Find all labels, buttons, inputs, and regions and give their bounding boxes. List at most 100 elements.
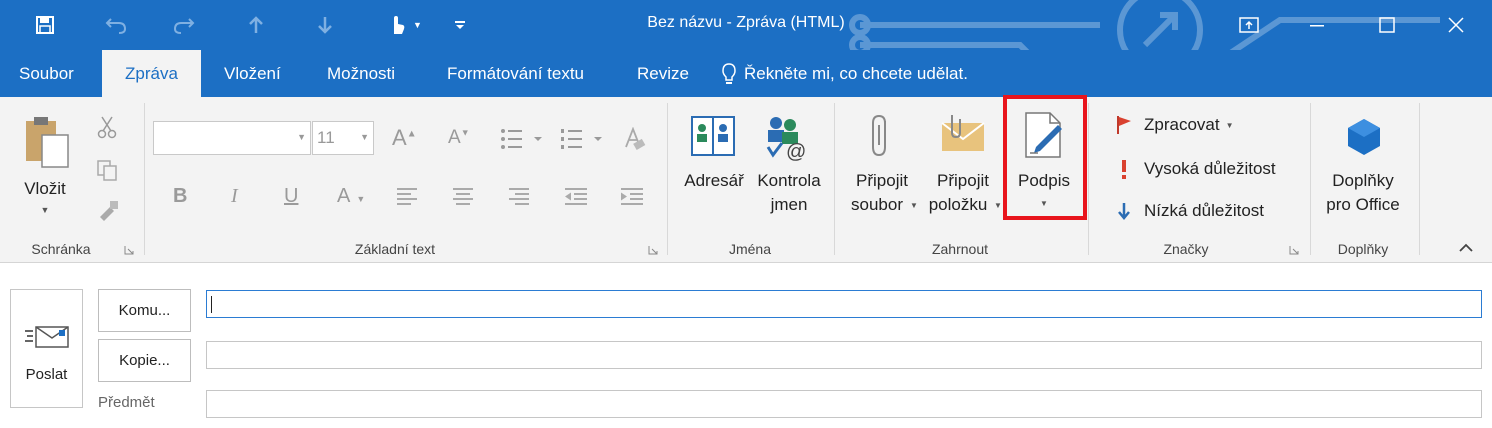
tags-group-label: Značky bbox=[1163, 241, 1209, 257]
basic-text-group-label: Základní text bbox=[354, 241, 436, 257]
address-book-label: Adresář bbox=[684, 171, 744, 190]
addins-group-label: Doplňky bbox=[1337, 241, 1389, 257]
chevron-down-icon: ▼ bbox=[297, 132, 306, 142]
increase-indent-icon[interactable] bbox=[620, 186, 644, 206]
group-separator bbox=[834, 103, 835, 255]
group-separator bbox=[1419, 103, 1420, 255]
office-addins-icon bbox=[1348, 119, 1380, 155]
tell-me-box[interactable]: Řekněte mi, co chcete udělat. bbox=[722, 50, 968, 97]
names-group-label: Jména bbox=[728, 241, 772, 257]
ribbon-display-options-button[interactable] bbox=[1215, 0, 1283, 50]
attach-item-dropdown-icon: ▼ bbox=[994, 201, 1002, 210]
office-addins-button[interactable]: Doplňky pro Office bbox=[1316, 111, 1410, 221]
check-names-label-2: jmen bbox=[770, 195, 808, 214]
align-left-icon[interactable] bbox=[396, 186, 418, 206]
lightbulb-icon bbox=[722, 62, 736, 84]
high-importance-label: Vysoká důležitost bbox=[1144, 159, 1276, 178]
tab-insert[interactable]: Vložení bbox=[203, 50, 302, 97]
subject-label: Předmět bbox=[98, 394, 155, 411]
clipboard-launcher-icon[interactable] bbox=[124, 245, 134, 255]
low-importance-label: Nízká důležitost bbox=[1144, 201, 1264, 220]
tell-me-text: Řekněte mi, co chcete udělat. bbox=[744, 64, 968, 83]
send-label: Poslat bbox=[25, 366, 68, 383]
tab-format-text[interactable]: Formátování textu bbox=[426, 50, 605, 97]
attach-file-label-1: Připojit bbox=[856, 171, 908, 190]
check-names-label-1: Kontrola bbox=[757, 171, 821, 190]
attach-file-label-2: soubor bbox=[851, 195, 903, 214]
address-book-button[interactable]: Adresář bbox=[678, 111, 750, 221]
check-names-icon: @ bbox=[766, 117, 806, 161]
bullets-icon[interactable] bbox=[500, 127, 544, 151]
close-icon bbox=[1448, 17, 1464, 33]
group-separator bbox=[1088, 103, 1089, 255]
send-button[interactable]: Poslat bbox=[10, 289, 83, 408]
to-button[interactable]: Komu... bbox=[98, 289, 191, 332]
close-button[interactable] bbox=[1422, 0, 1490, 50]
paste-label: Vložit bbox=[24, 179, 66, 198]
tab-options[interactable]: Možnosti bbox=[306, 50, 416, 97]
ribbon: Vložit ▼ Schránka ▼ 11 ▼ A▲ A▼ B I U A ▼ … bbox=[0, 97, 1492, 263]
font-size-value: 11 bbox=[317, 128, 335, 147]
attach-item-button[interactable]: Připojit položku ▼ bbox=[922, 111, 1004, 221]
low-importance-icon bbox=[1118, 203, 1130, 220]
paste-button[interactable]: Vložit ▼ bbox=[12, 111, 78, 231]
attach-file-button[interactable]: Připojit soubor ▼ bbox=[844, 111, 920, 221]
chevron-down-icon: ▼ bbox=[360, 132, 369, 142]
minimize-icon bbox=[1310, 25, 1324, 27]
to-field[interactable] bbox=[206, 290, 1482, 318]
high-importance-icon bbox=[1122, 160, 1126, 179]
align-right-icon[interactable] bbox=[508, 186, 530, 206]
include-group-label: Zahrnout bbox=[931, 241, 989, 257]
align-center-icon[interactable] bbox=[452, 186, 474, 206]
cut-icon[interactable] bbox=[96, 115, 118, 139]
attach-item-label-1: Připojit bbox=[937, 171, 989, 190]
paperclip-icon bbox=[872, 114, 886, 157]
maximize-button[interactable] bbox=[1353, 0, 1421, 50]
office-addins-label-1: Doplňky bbox=[1332, 171, 1394, 190]
tab-file[interactable]: Soubor bbox=[0, 50, 95, 97]
title-bar: ▼ Bez názvu - Zpráva (HTML) bbox=[0, 0, 1492, 50]
group-separator bbox=[667, 103, 668, 255]
text-caret bbox=[211, 296, 212, 313]
flag-icon bbox=[1117, 116, 1131, 134]
high-importance-button[interactable]: Vysoká důležitost bbox=[1116, 159, 1276, 179]
ribbon-tabs: Soubor Zpráva Vložení Možnosti Formátová… bbox=[0, 50, 1492, 97]
cc-button[interactable]: Kopie... bbox=[98, 339, 191, 382]
font-name-dropdown[interactable]: ▼ bbox=[153, 121, 311, 155]
attach-file-dropdown-icon: ▼ bbox=[910, 201, 918, 210]
paste-dropdown-icon: ▼ bbox=[40, 205, 50, 215]
font-color-icon[interactable]: A ▼ bbox=[337, 185, 365, 208]
tab-review[interactable]: Revize bbox=[616, 50, 710, 97]
italic-icon[interactable]: I bbox=[231, 185, 238, 208]
subject-field[interactable] bbox=[206, 390, 1482, 418]
grow-font-icon[interactable]: A▲ bbox=[392, 125, 417, 151]
follow-up-dropdown-icon: ▼ bbox=[1225, 120, 1234, 130]
tags-launcher-icon[interactable] bbox=[1289, 245, 1299, 255]
send-envelope-icon bbox=[25, 326, 69, 348]
address-book-icon bbox=[691, 116, 735, 156]
basic-text-launcher-icon[interactable] bbox=[648, 245, 658, 255]
maximize-icon bbox=[1379, 17, 1395, 33]
underline-icon[interactable]: U bbox=[284, 185, 298, 208]
tab-message[interactable]: Zpráva bbox=[102, 50, 201, 97]
decrease-indent-icon[interactable] bbox=[564, 186, 588, 206]
shrink-font-icon[interactable]: A▼ bbox=[448, 127, 470, 149]
cc-field[interactable] bbox=[206, 341, 1482, 369]
ribbon-display-icon bbox=[1239, 17, 1259, 33]
check-names-button[interactable]: @ Kontrola jmen bbox=[752, 111, 826, 221]
attach-item-label-2: položku bbox=[928, 195, 988, 214]
collapse-ribbon-icon[interactable] bbox=[1459, 243, 1473, 253]
low-importance-button[interactable]: Nízká důležitost bbox=[1116, 201, 1264, 221]
copy-icon[interactable] bbox=[96, 159, 118, 181]
clear-formatting-icon[interactable] bbox=[622, 127, 646, 151]
bold-icon[interactable]: B bbox=[173, 185, 187, 208]
numbering-icon[interactable] bbox=[560, 127, 604, 151]
clipboard-icon bbox=[26, 117, 69, 168]
font-size-dropdown[interactable]: 11 ▼ bbox=[312, 121, 374, 155]
minimize-button[interactable] bbox=[1283, 0, 1351, 50]
format-painter-icon[interactable] bbox=[96, 199, 120, 221]
office-addins-label-2: pro Office bbox=[1326, 195, 1400, 214]
signature-highlight-box bbox=[1003, 95, 1087, 220]
svg-text:@: @ bbox=[786, 141, 806, 161]
follow-up-button[interactable]: Zpracovat ▼ bbox=[1116, 115, 1234, 135]
